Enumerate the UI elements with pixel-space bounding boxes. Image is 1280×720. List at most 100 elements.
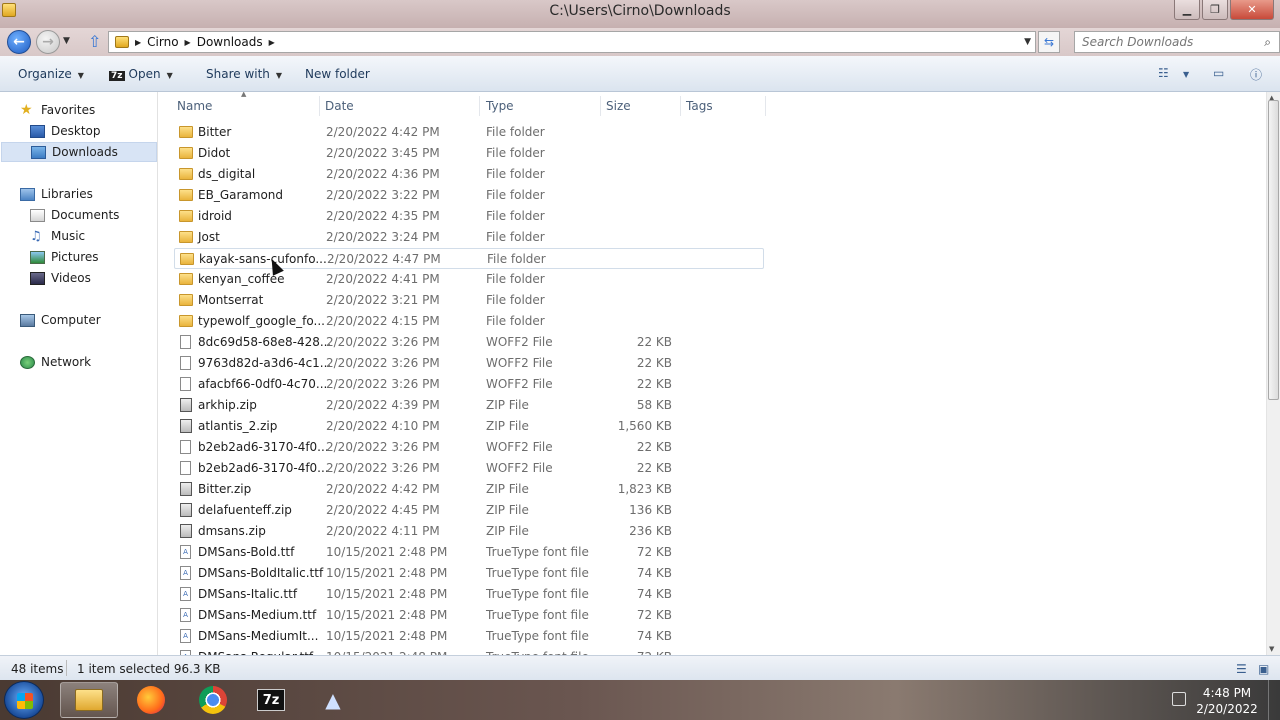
start-button[interactable]: [4, 681, 44, 719]
details-view-icon[interactable]: ☰: [1236, 662, 1247, 676]
file-row[interactable]: dmsans.zip 2/20/2022 4:11 PM ZIP File 236 K…: [174, 521, 764, 542]
file-name: b2eb2ad6-3170-4f0...: [198, 461, 329, 475]
nav-network-label: Network: [41, 355, 92, 369]
file-date: 2/20/2022 4:15 PM: [326, 314, 440, 328]
file-row[interactable]: Bitter.zip 2/20/2022 4:42 PM ZIP File 1,823…: [174, 479, 764, 500]
back-button[interactable]: ←: [7, 30, 31, 54]
column-header-size[interactable]: Size: [606, 95, 631, 117]
preview-pane-icon[interactable]: ▭: [1213, 66, 1224, 80]
file-row[interactable]: ADMSans-Regular.ttf10/15/2021 2:48 PMTru…: [174, 647, 764, 655]
file-row[interactable]: atlantis_2.zip 2/20/2022 4:10 PM ZIP File 1…: [174, 416, 764, 437]
nav-documents[interactable]: Documents: [30, 205, 119, 225]
nav-desktop[interactable]: Desktop: [30, 121, 101, 141]
taskbar-explorer[interactable]: [60, 682, 118, 718]
file-row[interactable]: A DMSans-BoldItalic.ttf 10/15/2021 2:48 PM…: [174, 563, 764, 584]
nav-computer[interactable]: Computer: [20, 310, 101, 330]
vertical-scrollbar[interactable]: ▲ ▼: [1266, 92, 1280, 655]
breadcrumb-cirno[interactable]: Cirno: [147, 35, 178, 49]
file-row[interactable]: EB_Garamond 2/20/2022 3:22 PM File folder: [174, 185, 764, 206]
breadcrumb-chevron-icon[interactable]: ▶: [135, 38, 141, 47]
address-dropdown-icon[interactable]: ▼: [1024, 37, 1031, 47]
column-divider[interactable]: [319, 96, 320, 116]
column-header-tags[interactable]: Tags: [686, 95, 713, 117]
column-divider[interactable]: [479, 96, 480, 116]
taskbar-inkscape[interactable]: ▲: [304, 682, 362, 718]
file-row[interactable]: b2eb2ad6-3170-4f0... 2/20/2022 3:26 PM WOF…: [174, 437, 764, 458]
file-row[interactable]: kayak-sans-cufonfo... 2/20/2022 4:47 PM Fi…: [174, 248, 764, 269]
change-view-icon[interactable]: ☷: [1158, 66, 1169, 80]
clock[interactable]: 4:48 PM 2/20/2022: [1192, 685, 1262, 717]
nav-favorites[interactable]: ★ Favorites: [20, 100, 95, 120]
search-icon[interactable]: ⌕: [1264, 35, 1271, 50]
file-row[interactable]: delafuenteff.zip 2/20/2022 4:45 PM ZIP Fil…: [174, 500, 764, 521]
file-row[interactable]: kenyan_coffee 2/20/2022 4:41 PM File folde…: [174, 269, 764, 290]
taskbar-7zip[interactable]: 7z: [242, 682, 300, 718]
file-row[interactable]: b2eb2ad6-3170-4f0... 2/20/2022 3:26 PM WOF…: [174, 458, 764, 479]
file-row[interactable]: Montserrat 2/20/2022 3:21 PM File folder: [174, 290, 764, 311]
zip-file-icon: [180, 482, 192, 496]
close-button[interactable]: ✕: [1230, 0, 1274, 20]
share-with-button[interactable]: Share with ▼: [206, 67, 282, 81]
new-folder-button[interactable]: New folder: [305, 67, 370, 81]
file-row[interactable]: Jost 2/20/2022 3:24 PM File folder: [174, 227, 764, 248]
file-size: 74 KB: [636, 629, 672, 643]
large-icons-view-icon[interactable]: ▣: [1258, 662, 1269, 676]
file-row[interactable]: ds_digital 2/20/2022 4:36 PM File folder: [174, 164, 764, 185]
up-arrow-icon[interactable]: ⇧: [88, 32, 101, 51]
file-name: delafuenteff.zip: [198, 503, 292, 517]
nav-music[interactable]: ♫ Music: [30, 226, 85, 246]
file-row[interactable]: typewolf_google_fo... 2/20/2022 4:15 PM Fi…: [174, 311, 764, 332]
taskbar-firefox[interactable]: [122, 682, 180, 718]
minimize-button[interactable]: ▁: [1174, 0, 1200, 20]
column-header-name[interactable]: Name: [177, 95, 212, 117]
view-dropdown-icon[interactable]: ▼: [1183, 70, 1189, 79]
refresh-button[interactable]: ⇆: [1038, 31, 1060, 53]
nav-videos[interactable]: Videos: [30, 268, 91, 288]
scroll-down-icon[interactable]: ▼: [1269, 645, 1274, 653]
organize-label: Organize: [18, 67, 72, 81]
column-tags-label: Tags: [686, 99, 713, 113]
address-bar[interactable]: ▶ Cirno ▶ Downloads ▶ ▼: [108, 31, 1036, 53]
nav-libraries-label: Libraries: [41, 187, 93, 201]
breadcrumb-chevron-icon[interactable]: ▶: [269, 38, 275, 47]
show-desktop-button[interactable]: [1268, 680, 1280, 720]
refresh-icon: ⇆: [1043, 35, 1055, 49]
file-row[interactable]: idroid 2/20/2022 4:35 PM File folder: [174, 206, 764, 227]
file-icon: [180, 440, 191, 454]
nav-pictures[interactable]: Pictures: [30, 247, 99, 267]
firefox-icon: [137, 686, 165, 714]
help-icon[interactable]: ⓘ: [1250, 66, 1262, 83]
search-input[interactable]: [1075, 32, 1245, 52]
taskbar-chrome[interactable]: [184, 682, 242, 718]
file-row[interactable]: afacbf66-0df0-4c70... 2/20/2022 3:26 PM WO…: [174, 374, 764, 395]
forward-button[interactable]: →: [36, 30, 60, 54]
scrollbar-thumb[interactable]: [1268, 100, 1279, 400]
organize-button[interactable]: Organize ▼: [18, 67, 84, 81]
file-row[interactable]: A DMSans-Medium.ttf 10/15/2021 2:48 PM True…: [174, 605, 764, 626]
file-row[interactable]: 9763d82d-a3d6-4c1... 2/20/2022 3:26 PM WOF…: [174, 353, 764, 374]
file-row[interactable]: A DMSans-Bold.ttf 10/15/2021 2:48 PM TrueTy…: [174, 542, 764, 563]
file-row[interactable]: Bitter 2/20/2022 4:42 PM File folder: [174, 122, 764, 143]
column-header-date[interactable]: Date: [325, 95, 354, 117]
file-row[interactable]: 8dc69d58-68e8-428... 2/20/2022 3:26 PM WOF…: [174, 332, 764, 353]
file-row[interactable]: A DMSans-Italic.ttf 10/15/2021 2:48 PM True…: [174, 584, 764, 605]
column-header-type[interactable]: Type: [486, 95, 514, 117]
breadcrumb-downloads[interactable]: Downloads: [197, 35, 263, 49]
nav-libraries[interactable]: Libraries: [20, 184, 93, 204]
open-button[interactable]: 7z Open ▼: [109, 67, 173, 81]
column-divider[interactable]: [765, 96, 766, 116]
column-divider[interactable]: [600, 96, 601, 116]
file-row[interactable]: Didot 2/20/2022 3:45 PM File folder: [174, 143, 764, 164]
maximize-button[interactable]: ❐: [1202, 0, 1228, 20]
nav-network[interactable]: Network: [20, 352, 91, 372]
file-name: idroid: [198, 209, 232, 223]
nav-downloads[interactable]: Downloads: [1, 142, 157, 162]
column-divider[interactable]: [680, 96, 681, 116]
file-row[interactable]: A DMSans-MediumIt... 10/15/2021 2:48 PM Tru…: [174, 626, 764, 647]
file-row[interactable]: arkhip.zip 2/20/2022 4:39 PM ZIP File 58 KB: [174, 395, 764, 416]
network-tray-icon[interactable]: [1172, 692, 1186, 706]
breadcrumb-chevron-icon[interactable]: ▶: [185, 38, 191, 47]
history-dropdown-icon[interactable]: ▼: [63, 36, 70, 46]
font-file-icon: A: [180, 587, 191, 601]
file-type: WOFF2 File: [486, 335, 553, 349]
